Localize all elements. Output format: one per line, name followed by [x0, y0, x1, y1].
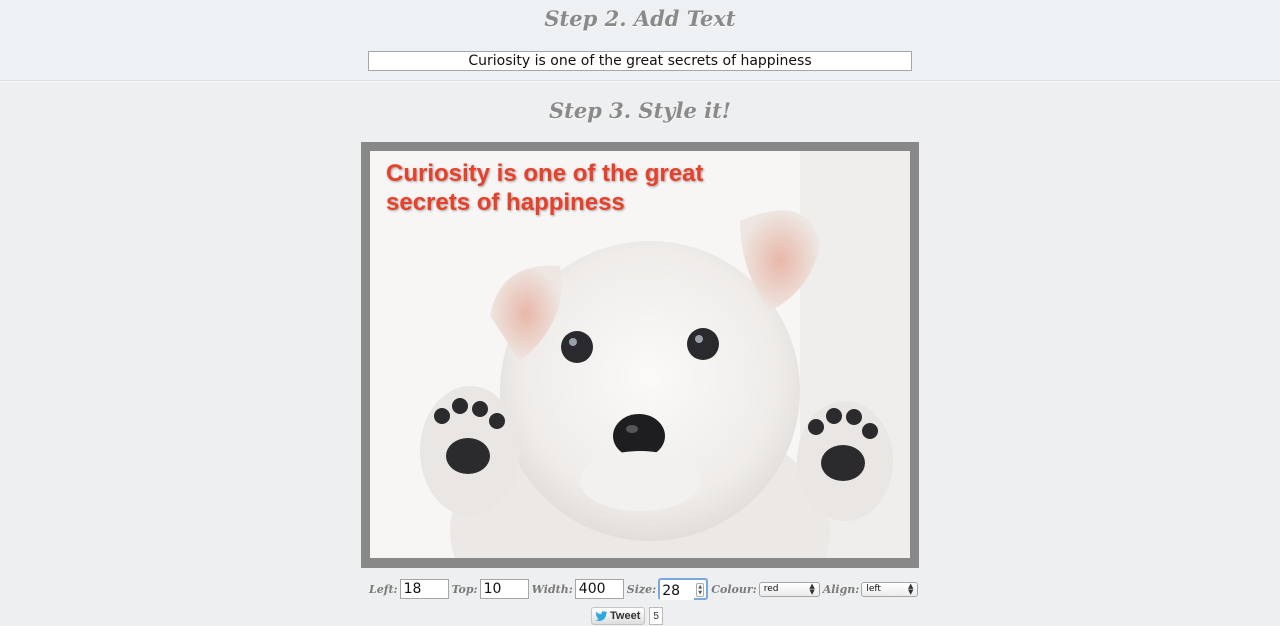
tweet-button[interactable]: Tweet	[591, 607, 646, 625]
width-label: Width:	[531, 582, 573, 596]
align-label: Align:	[822, 582, 860, 596]
tweet-count: 5	[649, 607, 663, 625]
top-input[interactable]	[479, 579, 529, 599]
select-arrows-icon: ▲ ▼	[809, 582, 815, 596]
select-arrows-icon: ▲ ▼	[907, 582, 914, 596]
overlay-caption[interactable]: Curiosity is one of the great secrets of…	[386, 159, 786, 217]
twitter-bird-icon	[595, 610, 608, 621]
size-stepper[interactable]: ▲▼	[658, 578, 709, 600]
stepper-arrows-icon[interactable]: ▲ ▼	[696, 583, 705, 597]
style-controls: Left: Top: Width: Size: ▲▼ Colour: red ▲…	[369, 577, 921, 601]
meme-canvas: Curiosity is one of the great secrets of…	[370, 151, 910, 558]
top-label: Top:	[451, 582, 478, 596]
step2-title: Step 2. Add Text	[544, 6, 736, 31]
align-select[interactable]: left ▲ ▼	[861, 581, 919, 597]
align-select-value: left	[866, 584, 881, 594]
share-row: Tweet 5	[591, 606, 663, 626]
meme-editor-page: Step 2. Add Text Step 3. Style it!	[0, 0, 1280, 626]
image-frame: Curiosity is one of the great secrets of…	[361, 142, 919, 568]
step3-title: Step 3. Style it!	[548, 98, 732, 123]
tweet-label: Tweet	[610, 610, 641, 622]
left-input[interactable]	[399, 579, 449, 599]
size-input[interactable]	[660, 582, 695, 600]
size-label: Size:	[626, 582, 657, 596]
colour-label: Colour:	[711, 582, 757, 596]
colour-select[interactable]: red ▲ ▼	[758, 581, 820, 597]
left-label: Left:	[369, 582, 398, 596]
width-input[interactable]	[574, 579, 624, 599]
caption-text-input[interactable]	[368, 51, 912, 71]
colour-select-value: red	[763, 584, 779, 594]
